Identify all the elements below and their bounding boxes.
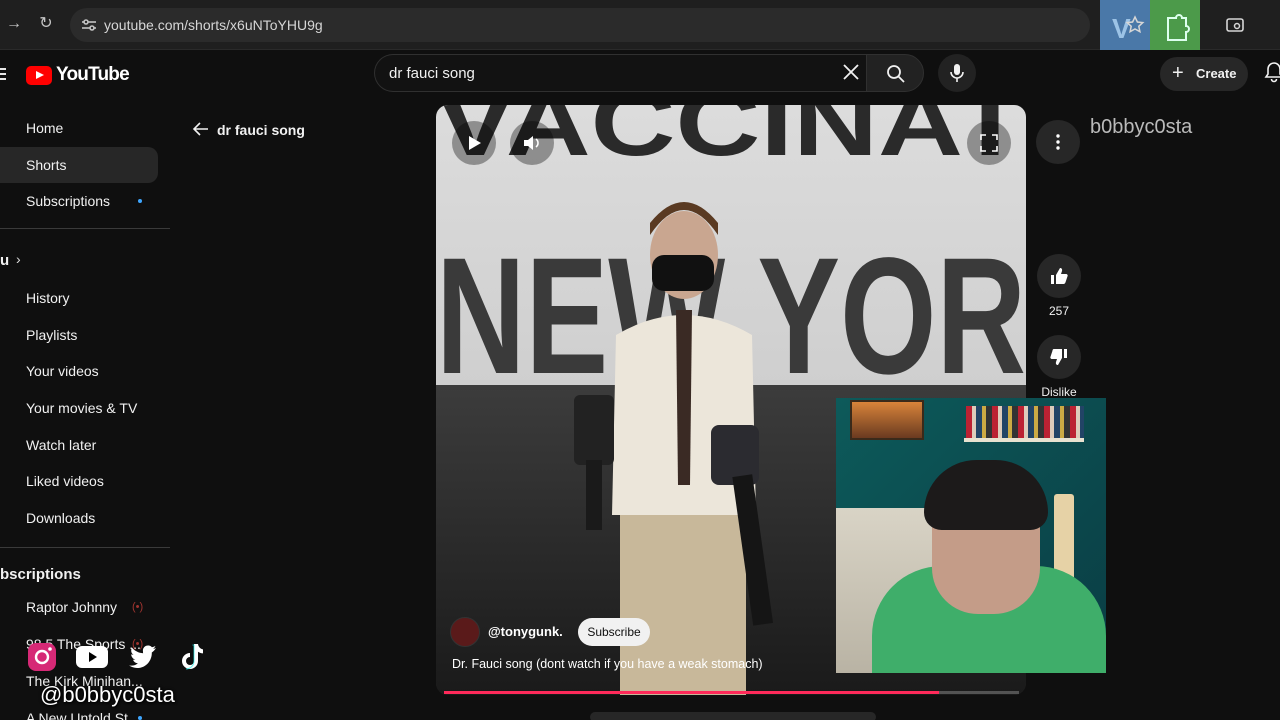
social-icons <box>26 642 208 672</box>
sidebar-item-label: Your videos <box>26 363 99 379</box>
sidebar-item-label: History <box>26 290 70 306</box>
address-bar[interactable]: youtube.com/shorts/x6uNToYHU9g <box>70 8 1090 42</box>
sidebar-item-downloads[interactable]: Downloads <box>0 500 158 536</box>
sidebar-item-label: Watch later <box>26 437 97 453</box>
sidebar-item-liked-videos[interactable]: Liked videos <box>0 463 158 499</box>
search-input[interactable]: dr fauci song <box>374 54 874 92</box>
sidebar-item-history[interactable]: History <box>0 280 158 316</box>
reload-icon[interactable]: ↻ <box>34 12 58 36</box>
fullscreen-icon <box>980 134 998 152</box>
notifications-bell-icon[interactable] <box>1264 61 1280 83</box>
more-options-button[interactable] <box>1036 120 1080 164</box>
streamer-hair <box>924 460 1048 530</box>
sidebar-item-movies-tv[interactable]: Your movies & TV <box>0 390 158 426</box>
tab-search-icon[interactable] <box>1224 14 1246 36</box>
search-query: dr fauci song <box>389 65 475 82</box>
browser-toolbar: → ↻ youtube.com/shorts/x6uNToYHU9g V <box>0 0 1280 56</box>
channel-avatar[interactable] <box>450 617 480 647</box>
like-count: 257 <box>1048 304 1070 318</box>
youtube-logo[interactable]: YouTube <box>26 64 130 86</box>
video-progress-bar[interactable] <box>444 691 1019 694</box>
thumbs-down-icon <box>1050 349 1067 365</box>
subscription-label: Raptor Johnny <box>26 599 118 615</box>
new-content-dot <box>138 199 142 203</box>
wall-painting <box>850 400 924 440</box>
subscription-label: A New Untold St... <box>26 710 140 720</box>
subscriptions-heading: bscriptions <box>0 566 81 583</box>
search-button[interactable] <box>866 54 924 92</box>
hamburger-menu-icon[interactable] <box>0 66 6 82</box>
streamer-webcam <box>836 398 1106 673</box>
sidebar-item-subscriptions[interactable]: Subscriptions <box>0 183 158 219</box>
sidebar-item-label: Home <box>26 120 64 136</box>
sidebar-item-label: Subscriptions <box>26 193 111 209</box>
youtube-icon <box>76 646 108 668</box>
microphone-icon <box>950 64 964 82</box>
subscription-raptor-johnny[interactable]: Raptor Johnny (•) <box>0 589 158 625</box>
subscribe-button[interactable]: Subscribe <box>578 618 650 646</box>
next-short-preview <box>590 712 876 720</box>
voice-search-button[interactable] <box>938 54 976 92</box>
extension-puzzle-icon[interactable] <box>1150 0 1200 56</box>
shelf <box>964 438 1084 442</box>
more-vertical-icon <box>1056 134 1060 150</box>
new-content-dot <box>138 716 142 720</box>
fullscreen-button[interactable] <box>967 121 1011 165</box>
clear-search-icon[interactable] <box>840 61 862 83</box>
logo-text: YouTube <box>56 64 130 85</box>
play-icon <box>469 136 481 150</box>
plus-icon: + <box>1172 62 1184 84</box>
create-label: Create <box>1196 66 1237 81</box>
search-icon <box>887 65 905 83</box>
back-arrow-icon <box>192 122 208 136</box>
tiktok-icon <box>182 644 203 670</box>
volume-icon <box>524 136 539 150</box>
you-section-heading[interactable]: u <box>0 252 9 269</box>
forward-icon[interactable]: → <box>2 12 26 36</box>
volume-button[interactable] <box>510 121 554 165</box>
like-button[interactable] <box>1037 254 1081 298</box>
instagram-icon <box>28 643 56 671</box>
sidebar-item-shorts[interactable]: Shorts <box>0 147 158 183</box>
bookshelf <box>966 406 1084 438</box>
sidebar-item-label: Downloads <box>26 510 96 526</box>
back-link-label: dr fauci song <box>217 122 305 138</box>
streamer-handle: @b0bbyc0sta <box>40 682 175 707</box>
divider <box>0 547 170 548</box>
dislike-button[interactable] <box>1037 335 1081 379</box>
channel-name[interactable]: @tonygunk. <box>488 624 563 639</box>
sidebar-item-your-videos[interactable]: Your videos <box>0 353 158 389</box>
video-title[interactable]: Dr. Fauci song (dont watch if you have a… <box>452 657 763 671</box>
sidebar-item-label: Playlists <box>26 327 78 343</box>
sidebar-item-home[interactable]: Home <box>0 110 158 146</box>
star-icon[interactable] <box>1124 14 1146 36</box>
twitter-icon <box>129 645 156 668</box>
dislike-label: Dislike <box>1041 385 1077 399</box>
play-button[interactable] <box>452 121 496 165</box>
youtube-play-icon <box>26 65 52 85</box>
url-text: youtube.com/shorts/x6uNToYHU9g <box>104 17 323 33</box>
create-button[interactable]: + Create <box>1160 57 1248 91</box>
divider <box>0 228 170 229</box>
progress-fill <box>444 691 939 694</box>
live-indicator-icon: (•) <box>132 601 144 613</box>
chevron-right-icon[interactable]: › <box>16 251 21 267</box>
thumbs-up-icon <box>1051 268 1068 284</box>
sidebar-item-label: Liked videos <box>26 473 104 489</box>
sidebar: Home Shorts Subscriptions u › History Pl… <box>0 100 172 720</box>
sidebar-item-playlists[interactable]: Playlists <box>0 317 158 353</box>
sidebar-item-label: Your movies & TV <box>26 400 138 416</box>
sidebar-item-watch-later[interactable]: Watch later <box>0 427 158 463</box>
site-info-icon[interactable] <box>80 16 98 34</box>
streamer-watermark: b0bbyc0sta <box>1090 116 1193 138</box>
sidebar-item-label: Shorts <box>26 157 67 173</box>
